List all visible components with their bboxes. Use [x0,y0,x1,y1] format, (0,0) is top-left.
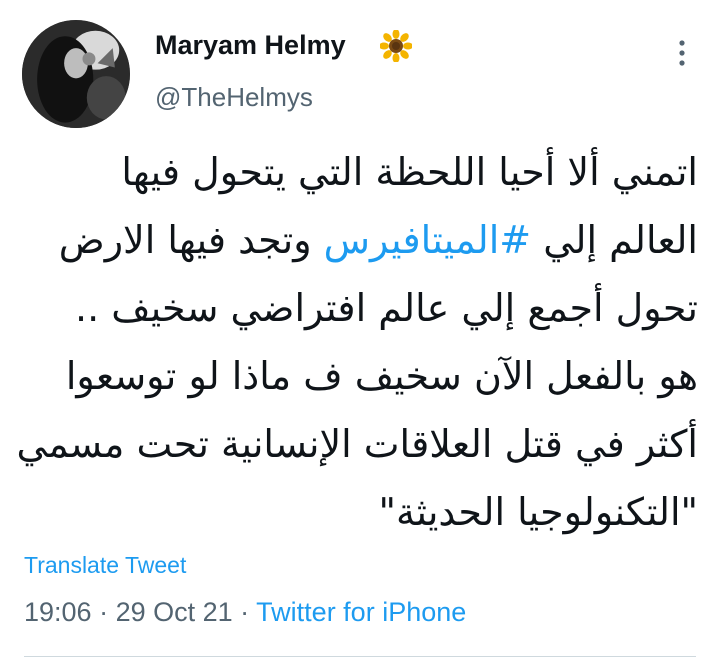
meta-separator: · [91,597,116,627]
tweet-text-segment: "التكنولوجيا الحديثة" [378,490,699,534]
tweet-text-line: تحول أجمع إلي عالم افتراضي سخيف .. [28,274,698,342]
tweet-source-link[interactable]: Twitter for iPhone [256,597,466,627]
tweet-card: Maryam Helmy @TheHelmys اتمني ألا أحيا ا… [0,0,720,661]
tweet-text-line: أكثر في قتل العلاقات الإنسانية تحت مسمي [17,410,698,478]
sunflower-icon [380,30,412,62]
tweet-text-line: "التكنولوجيا الحديثة" [28,478,699,546]
avatar-photo [22,20,130,128]
hashtag-link[interactable]: #الميتافيرس [324,218,531,262]
tweet-metadata: 19:06 · 29 Oct 21 · Twitter for iPhone [24,597,466,628]
tweet-text-segment: أكثر في قتل العلاقات الإنسانية تحت مسمي [16,422,698,466]
tweet-text-line: هو بالفعل الآن سخيف ف ماذا لو توسعوا [28,342,698,410]
tweet-text-segment: اتمني ألا أحيا اللحظة التي يتحول فيها [121,150,698,194]
translate-tweet-link[interactable]: Translate Tweet [24,552,186,579]
tweet-date[interactable]: 29 Oct 21 [116,597,233,627]
user-handle[interactable]: @TheHelmys [155,82,313,113]
avatar[interactable] [22,20,130,128]
tweet-text-segment: تحول أجمع إلي عالم افتراضي سخيف .. [75,286,698,330]
tweet-text-segment: العالم إلي [531,218,698,262]
tweet-text-line: اتمني ألا أحيا اللحظة التي يتحول فيها [28,138,698,206]
tweet-text-segment: وتجد فيها الارض [58,218,324,262]
display-name[interactable]: Maryam Helmy [155,30,346,61]
tweet-text: اتمني ألا أحيا اللحظة التي يتحول فيها ال… [17,138,699,546]
divider [24,656,696,657]
tweet-text-segment: هو بالفعل الآن سخيف ف ماذا لو توسعوا [65,354,698,398]
tweet-text-line: العالم إلي #الميتافيرس وتجد فيها الارض [28,206,698,274]
tweet-time[interactable]: 19:06 [24,597,92,627]
meta-separator: · [232,597,257,627]
more-options-icon[interactable] [672,38,692,68]
